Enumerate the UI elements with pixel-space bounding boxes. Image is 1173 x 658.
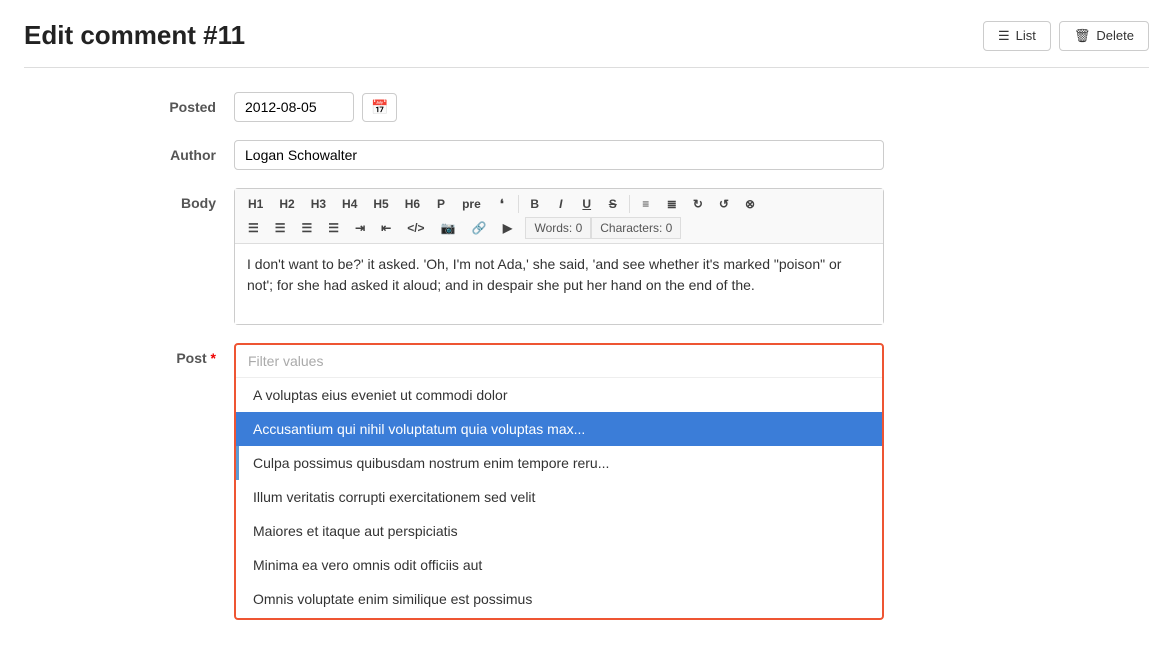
posted-field: 📅 [234, 92, 884, 122]
post-field: A voluptas eius eveniet ut commodi dolor… [234, 343, 884, 620]
rte-pre[interactable]: pre [455, 193, 488, 215]
rte-video[interactable]: ▶ [495, 217, 519, 239]
posted-input[interactable] [234, 92, 354, 122]
trash-icon: 🗑 [1074, 28, 1091, 44]
author-input[interactable] [234, 140, 884, 170]
toolbar-row-2: ☰ ☰ ☰ ☰ ⇥ ⇤ </> 📷 🔗 ▶ Words: 0 [241, 217, 877, 239]
rte-code[interactable]: </> [400, 217, 431, 239]
post-dropdown-wrapper: A voluptas eius eveniet ut commodi dolor… [234, 343, 884, 620]
rte-toolbar: H1 H2 H3 H4 H5 H6 P pre ❛ B I U [235, 189, 883, 244]
page-wrapper: Edit comment #11 ☰ List 🗑 Delete Posted … [0, 0, 1173, 658]
rte-ul[interactable]: ≡ [634, 193, 658, 215]
dropdown-item[interactable]: Maiores et itaque aut perspiciatis [236, 514, 882, 548]
toolbar-separator-2 [629, 195, 630, 213]
rte-blockquote[interactable]: ❛ [490, 193, 514, 215]
rte-h4[interactable]: H4 [335, 193, 364, 215]
body-label: Body [124, 188, 234, 211]
chars-count: Characters: 0 [591, 217, 681, 239]
dropdown-item[interactable]: A voluptas eius eveniet ut commodi dolor [236, 378, 882, 412]
rte-align-justify[interactable]: ☰ [321, 217, 346, 239]
author-row: Author [124, 140, 1149, 170]
list-label: List [1016, 28, 1036, 43]
posted-label: Posted [124, 92, 234, 115]
author-label: Author [124, 140, 234, 163]
rte-outdent[interactable]: ⇤ [374, 217, 398, 239]
rte-strikethrough[interactable]: S [601, 193, 625, 215]
rte-h1[interactable]: H1 [241, 193, 270, 215]
rte-h3[interactable]: H3 [304, 193, 333, 215]
dropdown-item[interactable]: Omnis voluptate enim similique est possi… [236, 582, 882, 616]
rte-italic[interactable]: I [549, 193, 573, 215]
header-actions: ☰ List 🗑 Delete [983, 21, 1149, 51]
list-icon: ☰ [998, 28, 1010, 44]
filter-input[interactable] [236, 345, 882, 378]
rte-h6[interactable]: H6 [398, 193, 427, 215]
post-label: Post [124, 343, 234, 366]
toolbar-separator-1 [518, 195, 519, 213]
delete-label: Delete [1096, 28, 1134, 43]
author-field [234, 140, 884, 170]
rte-align-right[interactable]: ☰ [295, 217, 320, 239]
rte-content[interactable]: I don't want to be?' it asked. 'Oh, I'm … [235, 244, 883, 324]
calendar-button[interactable]: 📅 [362, 93, 397, 122]
rte-h2[interactable]: H2 [272, 193, 301, 215]
rte-link[interactable]: 🔗 [465, 217, 494, 239]
words-chars: Words: 0 Characters: 0 [525, 217, 681, 239]
list-button[interactable]: ☰ List [983, 21, 1051, 51]
body-row: Body H1 H2 H3 H4 H5 H6 P pre [124, 188, 1149, 325]
rte-underline[interactable]: U [575, 193, 599, 215]
rte-h5[interactable]: H5 [366, 193, 395, 215]
body-field: H1 H2 H3 H4 H5 H6 P pre ❛ B I U [234, 188, 884, 325]
posted-row: Posted 📅 [124, 92, 1149, 122]
dropdown-item[interactable]: Illum veritatis corrupti exercitationem … [236, 480, 882, 514]
rte-undo[interactable]: ↺ [712, 193, 736, 215]
dropdown-item[interactable]: Perspiciatis adipisci vero qui ipsum iur… [236, 616, 882, 618]
rte-ol[interactable]: ≣ [660, 193, 684, 215]
post-row: Post A voluptas eius eveniet ut commodi … [124, 343, 1149, 620]
dropdown-list: A voluptas eius eveniet ut commodi dolor… [236, 378, 882, 618]
dropdown-item-active[interactable]: Accusantium qui nihil voluptatum quia vo… [236, 412, 882, 446]
words-count: Words: 0 [525, 217, 591, 239]
rte-image[interactable]: 📷 [434, 217, 463, 239]
rte-wrapper: H1 H2 H3 H4 H5 H6 P pre ❛ B I U [234, 188, 884, 325]
rte-bold[interactable]: B [523, 193, 547, 215]
dropdown-item[interactable]: Minima ea vero omnis odit officiis aut [236, 548, 882, 582]
rte-redo[interactable]: ↻ [686, 193, 710, 215]
rte-indent[interactable]: ⇥ [348, 217, 372, 239]
page-header: Edit comment #11 ☰ List 🗑 Delete [24, 20, 1149, 68]
form-section: Posted 📅 Author Body H1 [124, 92, 1149, 620]
rte-align-center[interactable]: ☰ [268, 217, 293, 239]
rte-clear[interactable]: ⊗ [738, 193, 762, 215]
toolbar-row-1: H1 H2 H3 H4 H5 H6 P pre ❛ B I U [241, 193, 877, 215]
rte-p[interactable]: P [429, 193, 453, 215]
delete-button[interactable]: 🗑 Delete [1059, 21, 1149, 51]
page-title: Edit comment #11 [24, 20, 245, 51]
body-text: I don't want to be?' it asked. 'Oh, I'm … [247, 256, 841, 293]
dropdown-item[interactable]: Culpa possimus quibusdam nostrum enim te… [236, 446, 882, 480]
rte-align-left[interactable]: ☰ [241, 217, 266, 239]
